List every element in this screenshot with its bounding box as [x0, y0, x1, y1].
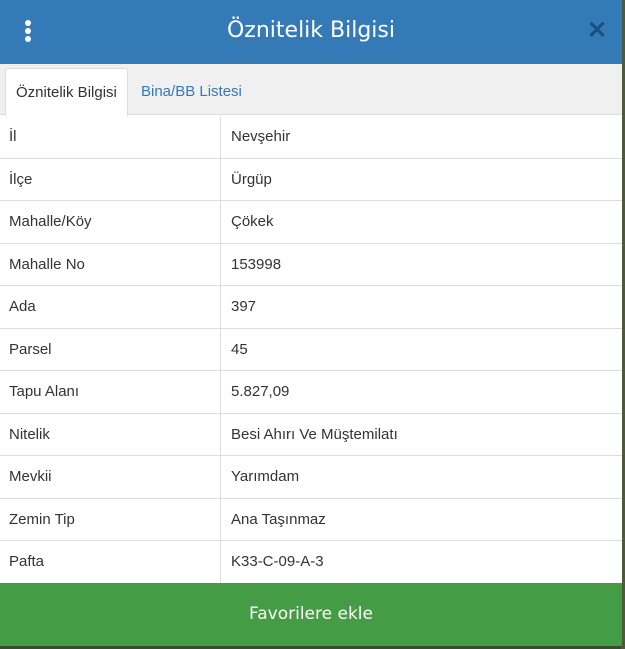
row-key: Zemin Tip — [9, 510, 75, 528]
row-value: Ana Taşınmaz — [231, 510, 326, 528]
row-key: İlçe — [9, 170, 33, 188]
row-value: Besi Ahırı Ve Müştemilatı — [231, 425, 398, 443]
modal-header: Öznitelik Bilgisi ✕ — [0, 0, 622, 64]
row-value: Nevşehir — [231, 128, 291, 145]
row-key: Mahalle/Köy — [9, 213, 92, 230]
table-row: Tapu Alanı 5.827,09 — [0, 371, 622, 414]
row-key: Mahalle No — [9, 255, 85, 273]
table-row: Mahalle/Köy Çökek — [0, 201, 622, 244]
table-row: Parsel 45 — [0, 328, 622, 371]
add-favorites-button[interactable]: Favorilere ekle — [0, 583, 622, 646]
row-key: Parsel — [9, 340, 52, 358]
close-icon[interactable]: ✕ — [586, 16, 608, 46]
row-key: Ada — [9, 298, 36, 315]
row-value: 397 — [231, 298, 257, 315]
attribute-table: İl Nevşehir İlçe Ürgüp Mahalle/Köy Çökek Ma… — [0, 116, 622, 584]
table-row: Nitelik Besi Ahırı Ve Müştemilatı — [0, 413, 622, 456]
row-key: Mevkii — [9, 468, 52, 485]
table-row: Pafta K33-C-09-A-3 — [0, 541, 622, 584]
tab-bar: Öznitelik Bilgisi Bina/BB Listesi — [0, 64, 622, 116]
row-key: Pafta — [9, 553, 45, 570]
row-value: 45 — [231, 340, 248, 358]
row-value: Ürgüp — [231, 170, 272, 188]
tab-bina-bb-listesi[interactable]: Bina/BB Listesi — [131, 68, 252, 115]
row-key: İl — [9, 128, 17, 145]
table-row: Mahalle No 153998 — [0, 243, 622, 286]
tab-oznitelik-bilgisi[interactable]: Öznitelik Bilgisi — [5, 68, 128, 116]
row-value: Çökek — [231, 213, 274, 230]
row-value: K33-C-09-A-3 — [231, 553, 324, 570]
table-row: İl Nevşehir — [0, 116, 622, 159]
attribute-info-modal: Öznitelik Bilgisi ✕ Öznitelik Bilgisi Bi… — [0, 0, 622, 646]
modal-title: Öznitelik Bilgisi — [226, 18, 395, 43]
table-row: Ada 397 — [0, 286, 622, 329]
row-value: Yarımdam — [231, 468, 300, 485]
table-row: Mevkii Yarımdam — [0, 456, 622, 499]
table-row: İlçe Ürgüp — [0, 158, 622, 201]
row-key: Nitelik — [9, 425, 50, 443]
row-value: 153998 — [231, 255, 282, 273]
row-key: Tapu Alanı — [9, 383, 80, 400]
table-row: Zemin Tip Ana Taşınmaz — [0, 498, 622, 541]
row-value: 5.827,09 — [231, 383, 290, 400]
